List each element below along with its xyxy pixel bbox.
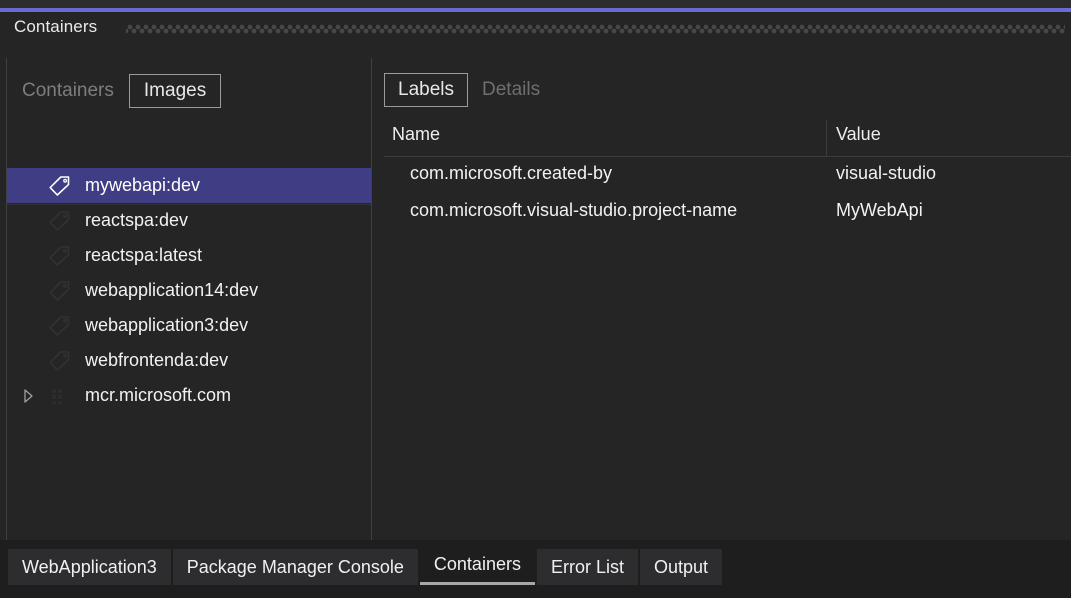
images-pane: Containers Images mywebapi:dev reactspa:… [6, 58, 372, 540]
list-item[interactable]: mcr.microsoft.com [7, 378, 371, 413]
cell-name: com.microsoft.created-by [410, 163, 613, 183]
tool-window-title-bar: Containers [0, 12, 1071, 46]
registry-icon [41, 378, 77, 413]
tag-icon [41, 273, 77, 308]
tab-error-list-label: Error List [550, 556, 624, 577]
tag-icon [41, 238, 77, 273]
expander-placeholder [15, 308, 41, 343]
containers-tool-window: Containers Containers Images mywebapi:de… [0, 0, 1071, 598]
list-item-label: reactspa:dev [85, 210, 189, 230]
expander-placeholder [15, 273, 41, 308]
tab-images-label: Images [143, 80, 207, 102]
tab-webapplication3[interactable]: WebApplication3 [8, 549, 171, 585]
list-item-label: mywebapi:dev [85, 175, 201, 195]
dotted-grip-icon[interactable] [126, 23, 1065, 35]
pane-splitter[interactable] [371, 58, 372, 540]
list-item[interactable]: reactspa:latest [7, 238, 371, 273]
tab-error-list[interactable]: Error List [536, 549, 638, 585]
list-item-label: webapplication3:dev [85, 315, 249, 335]
column-divider[interactable] [826, 120, 827, 156]
list-item-label: webfrontenda:dev [85, 350, 229, 370]
list-item[interactable]: webapplication14:dev [7, 273, 371, 308]
tab-output-label: Output [653, 556, 709, 577]
tab-output[interactable]: Output [639, 549, 723, 585]
table-row[interactable]: com.microsoft.created-by visual-studio [384, 157, 1071, 194]
tool-window-body: Containers Containers Images mywebapi:de… [0, 12, 1071, 540]
grid-header: Name Value [384, 120, 1071, 157]
tab-containers-bottom[interactable]: Containers [419, 546, 535, 585]
detail-tab-strip: Labels Details [384, 68, 554, 112]
cell-name: com.microsoft.visual-studio.project-name [410, 200, 738, 220]
tag-icon [41, 308, 77, 343]
cell-value: visual-studio [836, 163, 937, 183]
column-header-name[interactable]: Name [392, 124, 440, 145]
tag-icon [41, 203, 77, 238]
tag-icon [41, 343, 77, 378]
tab-package-manager-console-label: Package Manager Console [186, 556, 404, 577]
images-tree: mywebapi:dev reactspa:dev reactspa:lates… [7, 168, 371, 540]
tab-webapplication3-label: WebApplication3 [22, 556, 157, 577]
table-row[interactable]: com.microsoft.visual-studio.project-name… [384, 194, 1071, 231]
tab-details[interactable]: Details [468, 73, 554, 107]
list-item[interactable]: webapplication3:dev [7, 308, 371, 343]
list-item-label: webapplication14:dev [85, 280, 259, 300]
list-item[interactable]: mywebapi:dev [7, 168, 371, 203]
tab-labels-label: Labels [398, 79, 454, 101]
tab-package-manager-console[interactable]: Package Manager Console [172, 549, 418, 585]
page-title: Containers [14, 17, 98, 36]
list-item[interactable]: reactspa:dev [7, 203, 371, 238]
document-tab-strip: WebApplication3 Package Manager Console … [8, 545, 724, 585]
tab-containers-label: Containers [22, 80, 114, 102]
list-item-label: mcr.microsoft.com [85, 385, 232, 405]
list-item-label: reactspa:latest [85, 245, 203, 265]
expander-placeholder [15, 203, 41, 238]
details-pane: Labels Details Name Value com.microsoft.… [378, 58, 1071, 540]
expander-placeholder [15, 343, 41, 378]
tab-details-label: Details [482, 79, 541, 101]
chevron-right-icon[interactable] [15, 378, 41, 413]
list-item[interactable]: webfrontenda:dev [7, 343, 371, 378]
tab-images[interactable]: Images [128, 74, 222, 108]
view-tab-strip: Containers Images [7, 70, 222, 112]
expander-placeholder [15, 238, 41, 273]
column-header-value[interactable]: Value [836, 124, 881, 145]
tag-icon [41, 168, 77, 203]
expander-placeholder [15, 168, 41, 203]
bottom-tab-bar: WebApplication3 Package Manager Console … [0, 540, 1071, 598]
cell-value: MyWebApi [836, 200, 923, 220]
tab-containers[interactable]: Containers [7, 74, 129, 108]
labels-grid: Name Value com.microsoft.created-by visu… [384, 120, 1071, 540]
tab-labels[interactable]: Labels [384, 73, 468, 107]
tab-containers-bottom-label: Containers [433, 553, 521, 574]
